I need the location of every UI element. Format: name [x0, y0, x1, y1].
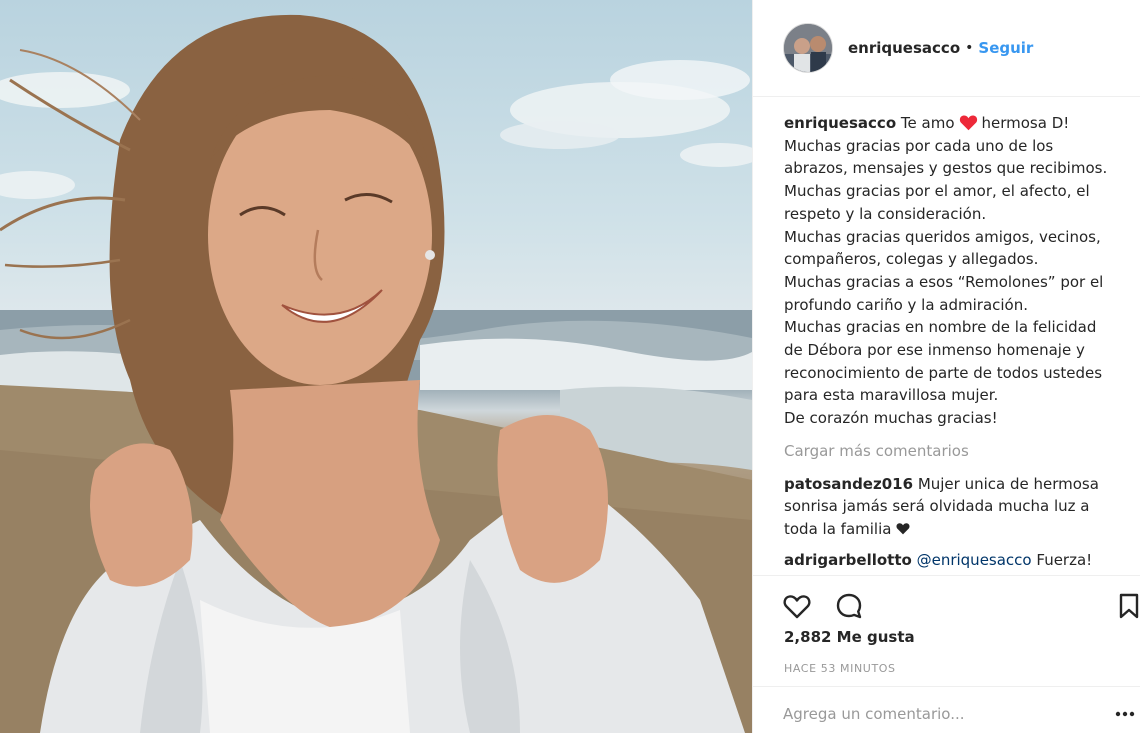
speech-bubble-icon[interactable]	[833, 590, 865, 622]
post-photo	[0, 0, 752, 733]
black-heart-icon	[896, 523, 910, 535]
comment-input[interactable]	[783, 705, 1103, 723]
comment-line: sonrisa jamás será olvidada mucha luz a	[784, 497, 1090, 516]
likes-count[interactable]: 2,882 Me gusta	[784, 628, 915, 646]
comment-mention[interactable]: @enriquesacco	[917, 551, 1032, 569]
caption-line: Muchas gracias en nombre de la felicidad	[784, 318, 1097, 337]
caption-line: compañeros, colegas y allegados.	[784, 250, 1039, 269]
caption-text-start: Te amo	[900, 114, 955, 132]
caption-line: abrazos, mensajes y gestos que recibimos…	[784, 159, 1108, 178]
caption-username[interactable]: enriquesacco	[784, 114, 896, 132]
author-avatar[interactable]	[783, 23, 833, 73]
comment-line: toda la familia	[784, 518, 1134, 541]
caption-line: profundo cariño y la admiración.	[784, 295, 1029, 314]
red-heart-icon	[959, 115, 977, 131]
caption-line: Muchas gracias queridos amigos, vecinos,	[784, 227, 1101, 246]
caption-line: Muchas gracias a esos “Remolones” por el	[784, 272, 1104, 291]
post-sidebar: enriquesacco • Seguir enriquesacco Te am…	[752, 0, 1140, 733]
ellipsis-icon[interactable]	[1115, 707, 1135, 721]
caption-text-end: hermosa D!	[981, 114, 1070, 132]
comment-line: patosandez016 Mujer unica de hermosa	[784, 473, 1134, 496]
comment-item: patosandez016 Mujer unica de hermosa son…	[784, 473, 1134, 541]
comment-text: Fuerza!	[1036, 550, 1093, 569]
comment-username[interactable]: patosandez016	[784, 475, 913, 493]
comment-username[interactable]: adrigarbellotto	[784, 551, 912, 569]
actions-bar	[753, 575, 1140, 635]
bookmark-icon[interactable]	[1113, 590, 1140, 622]
caption-line: reconocimiento de parte de todos ustedes	[784, 363, 1103, 382]
comment-item: adrigarbellotto @enriquesacco Fuerza!	[784, 549, 1134, 572]
caption-line: respeto y la consideración.	[784, 204, 987, 223]
caption-line: de Débora por ese inmenso homenaje y	[784, 341, 1085, 360]
comment-text: Mujer unica de hermosa	[917, 474, 1099, 493]
caption-line: Muchas gracias por el amor, el afecto, e…	[784, 182, 1090, 201]
heart-outline-icon[interactable]	[781, 590, 813, 622]
follow-button[interactable]: Seguir	[978, 39, 1033, 57]
post-timestamp: HACE 53 MINUTOS	[784, 662, 896, 675]
comments-section: enriquesacco Te amo hermosa D! Muchas gra…	[784, 112, 1134, 571]
avatar-image	[784, 24, 832, 72]
separator-dot: •	[965, 40, 974, 56]
add-comment-bar	[753, 686, 1140, 733]
caption: enriquesacco Te amo hermosa D! Muchas gra…	[784, 112, 1134, 430]
author-username[interactable]: enriquesacco	[848, 39, 960, 57]
photo-illustration	[0, 14, 752, 733]
post-header: enriquesacco • Seguir	[753, 0, 1140, 97]
load-more-comments-link[interactable]: Cargar más comentarios	[784, 440, 1134, 463]
caption-line: De corazón muchas gracias!	[784, 409, 998, 428]
caption-line: enriquesacco Te amo hermosa D!	[784, 112, 1134, 135]
comment-line: adrigarbellotto @enriquesacco Fuerza!	[784, 549, 1134, 572]
caption-line: Muchas gracias por cada uno de los	[784, 136, 1054, 155]
caption-line: para esta maravillosa mujer.	[784, 386, 999, 405]
comment-text: toda la familia	[784, 519, 892, 538]
